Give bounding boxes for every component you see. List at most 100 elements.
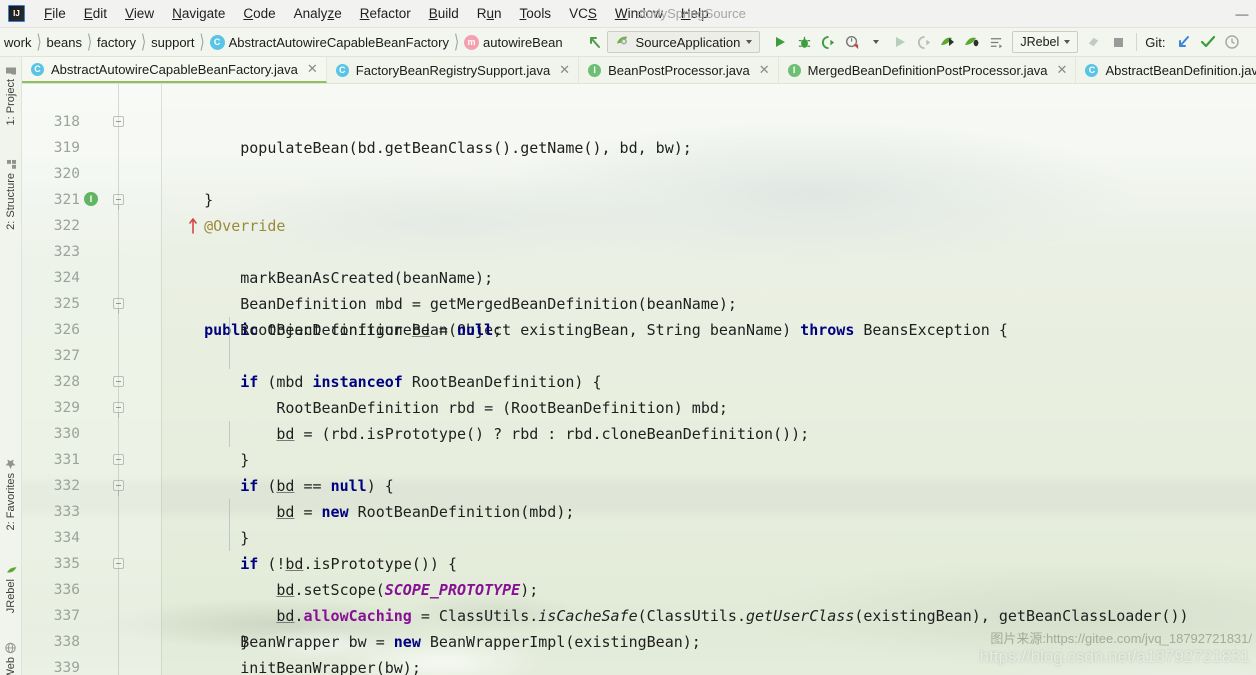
star-icon <box>6 458 17 469</box>
folder-icon <box>6 66 16 75</box>
breadcrumb-item-support[interactable]: support <box>147 35 198 50</box>
menu-item-analyze[interactable]: Analyze <box>285 4 351 23</box>
code-line-337[interactable]: 337 BeanWrapper bw = new BeanWrapperImpl… <box>22 577 1256 651</box>
implementing-method-icon[interactable]: I <box>84 192 98 206</box>
breadcrumb-separator: ⟩ <box>86 30 93 53</box>
code-line-318[interactable]: 318 populateBean(bd.getBeanClass().getNa… <box>22 84 1256 157</box>
interface-icon: I <box>787 63 802 78</box>
editor-tab-merged-bean-definition-post-processor[interactable]: I MergedBeanDefinitionPostProcessor.java… <box>779 57 1077 83</box>
menu-item-navigate[interactable]: Navigate <box>163 4 234 23</box>
menu-item-edit[interactable]: Edit <box>75 4 116 23</box>
breadcrumb-separator: ⟩ <box>141 30 147 53</box>
breadcrumb-item-work[interactable]: work <box>0 35 35 50</box>
code-line-322[interactable]: 322 I public Object configureBean(Object… <box>22 187 1256 339</box>
menu-bar: File Edit View Navigate Code Analyze Ref… <box>0 0 1256 28</box>
close-icon[interactable]: ✕ <box>759 62 770 78</box>
code-line-335[interactable]: 335 bd.allowCaching = ClassUtils.isCache… <box>22 525 1256 625</box>
menu-item-run[interactable]: Run <box>468 4 511 23</box>
code-line-333[interactable]: 333 if (!bd.isPrototype()) { <box>22 473 1256 573</box>
breadcrumb-item-class[interactable]: C AbstractAutowireCapableBeanFactory <box>206 34 453 50</box>
code-line-324[interactable]: 324 BeanDefinition mbd = getMergedBeanDe… <box>22 239 1256 313</box>
chevron-down-icon <box>1064 40 1071 44</box>
hammer-icon <box>1082 31 1106 53</box>
jrebel-run-button[interactable] <box>936 31 960 53</box>
editor-tab-abstract-autowire-capable-bean-factory[interactable]: C AbstractAutowireCapableBeanFactory.jav… <box>22 57 327 83</box>
intellij-logo-icon <box>8 5 25 22</box>
git-history-button[interactable] <box>1220 31 1244 53</box>
code-line-332[interactable]: 332 } <box>22 447 1256 547</box>
code-line-323[interactable]: 323 markBeanAsCreated(beanName); <box>22 213 1256 287</box>
close-icon[interactable]: ✕ <box>307 61 318 77</box>
menu-item-view[interactable]: View <box>116 4 163 23</box>
breadcrumb-item-beans[interactable]: beans <box>43 35 86 50</box>
toolbar-divider <box>1136 33 1138 51</box>
code-line-319[interactable]: 319 } <box>22 109 1256 209</box>
sidebar-item-web[interactable]: Web <box>0 639 22 675</box>
menu-item-build[interactable]: Build <box>420 4 468 23</box>
code-line-330[interactable]: 330 if (bd == null) { <box>22 395 1256 495</box>
structure-icon <box>6 160 16 169</box>
code-line-329[interactable]: 329 } <box>22 369 1256 469</box>
sidebar-item-project[interactable]: 1: Project <box>0 63 22 128</box>
fold-marker-start[interactable] <box>113 480 124 496</box>
editor-tab-factory-bean-registry-support[interactable]: C FactoryBeanRegistrySupport.java ✕ <box>327 57 580 83</box>
profile-dropdown[interactable] <box>864 31 888 53</box>
editor-tab-abstract-bean-definition[interactable]: C AbstractBeanDefinition.java ✕ <box>1076 57 1256 83</box>
code-line-328[interactable]: 328 bd = (rbd.isPrototype() ? rbd : rbd.… <box>22 343 1256 443</box>
stop-button <box>1106 31 1130 53</box>
debug-button[interactable] <box>792 31 816 53</box>
code-lines[interactable]: 318 populateBean(bd.getBeanClass().getNa… <box>22 84 1256 675</box>
fold-marker-end[interactable] <box>113 116 124 127</box>
fold-marker-end[interactable] <box>113 376 124 387</box>
sidebar-item-jrebel[interactable]: JRebel <box>0 561 22 616</box>
code-line-326[interactable]: 326 if (mbd instanceof RootBeanDefinitio… <box>22 291 1256 391</box>
minimize-button[interactable]: — <box>1228 0 1256 28</box>
breadcrumb-item-method[interactable]: m autowireBean <box>460 34 567 50</box>
jrebel-debug-button[interactable] <box>960 31 984 53</box>
code-line-325[interactable]: 325 RootBeanDefinition bd = null; <box>22 265 1256 339</box>
code-line-334[interactable]: 334 bd.setScope(SCOPE_PROTOTYPE); <box>22 499 1256 599</box>
sidebar-item-structure[interactable]: 2: Structure <box>0 157 22 233</box>
close-icon[interactable]: ✕ <box>559 62 570 78</box>
fold-marker-start[interactable] <box>113 402 124 418</box>
jrebel-icon <box>5 564 17 575</box>
git-update-button[interactable] <box>1172 31 1196 53</box>
menu-item-tools[interactable]: Tools <box>511 4 561 23</box>
run-button[interactable] <box>768 31 792 53</box>
sidebar-item-favorites[interactable]: 2: Favorites <box>0 455 22 533</box>
fold-marker-start[interactable] <box>113 298 124 314</box>
tab-label: AbstractBeanDefinition.java <box>1105 62 1256 78</box>
indent-guide-line <box>229 317 230 343</box>
indent-guide-line <box>229 343 230 369</box>
fold-marker-start[interactable] <box>113 194 124 210</box>
menu-item-file[interactable]: File <box>35 4 75 23</box>
run-configuration-selector[interactable]: SourceApplication <box>606 31 761 53</box>
strip-label-structure: 2: Structure <box>5 173 17 230</box>
breadcrumb-item-factory[interactable]: factory <box>93 35 140 50</box>
editor-tab-bean-post-processor[interactable]: I BeanPostProcessor.java ✕ <box>579 57 779 83</box>
code-line-338[interactable]: 338 initBeanWrapper(bw); <box>22 603 1256 675</box>
menu-item-refactor[interactable]: Refactor <box>351 4 420 23</box>
code-line-336[interactable]: 336 } <box>22 551 1256 651</box>
strip-label-jrebel: JRebel <box>5 579 17 614</box>
close-icon[interactable]: ✕ <box>1057 62 1068 78</box>
tab-label: BeanPostProcessor.java <box>608 62 750 78</box>
class-icon: C <box>1085 63 1099 78</box>
code-editor[interactable]: 318 populateBean(bd.getBeanClass().getNa… <box>22 84 1256 675</box>
chevron-down-icon <box>746 40 753 44</box>
menu-item-code[interactable]: Code <box>234 4 284 23</box>
git-commit-button[interactable] <box>1196 31 1220 53</box>
overriding-method-arrow-icon[interactable] <box>99 190 198 234</box>
code-line-321[interactable]: 321 @Override <box>22 161 1256 235</box>
jrebel-more-button[interactable] <box>984 31 1008 53</box>
fold-marker-end[interactable] <box>113 558 124 569</box>
jrebel-selector[interactable]: JRebel <box>1012 31 1079 53</box>
code-line-320[interactable]: 320 <box>22 135 1256 182</box>
arrow-up-left-icon[interactable] <box>583 31 607 53</box>
fold-marker-end[interactable] <box>113 454 124 465</box>
run-coverage-button[interactable] <box>816 31 840 53</box>
menu-item-vcs[interactable]: VCS <box>560 4 606 23</box>
code-line-327[interactable]: 327 RootBeanDefinition rbd = (RootBeanDe… <box>22 317 1256 417</box>
profile-button[interactable] <box>840 31 864 53</box>
code-line-331[interactable]: 331 bd = new RootBeanDefinition(mbd); <box>22 421 1256 521</box>
